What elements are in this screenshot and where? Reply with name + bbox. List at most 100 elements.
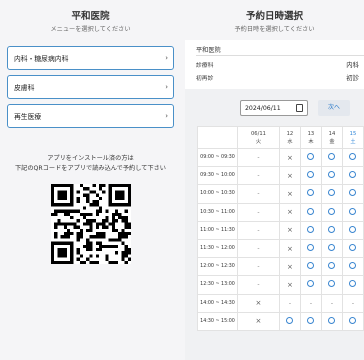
table-row: 09:30 ~ 10:00 - ×	[197, 166, 364, 186]
unavailable-cross-icon: ×	[255, 299, 262, 308]
timeslot-cell: ×	[278, 238, 301, 259]
schedule-header: 予約日時選択 予約日時を選択してください	[185, 0, 364, 40]
timeslot-cell[interactable]	[320, 311, 343, 331]
menu-item-internal-medicine[interactable]: 内科・糖尿病内科 ›	[7, 46, 174, 70]
visit-type-row: 初再診 初診	[196, 73, 359, 82]
visit-type-value: 初診	[346, 74, 359, 82]
timeslot-cell[interactable]	[299, 202, 322, 222]
timeslot-cell: -	[237, 184, 280, 204]
timeslot-cell: ×	[278, 275, 301, 295]
timeslot-cell[interactable]	[341, 257, 364, 277]
menu-item-regenerative-medicine[interactable]: 再生医療 ›	[7, 104, 174, 128]
timeslot-cell[interactable]	[320, 238, 343, 259]
day-header: 15 土	[341, 126, 364, 149]
closed-dash-icon: -	[257, 190, 260, 198]
timeslot-cell[interactable]	[341, 220, 364, 240]
menu-item-label: 内科・糖尿病内科	[14, 55, 69, 63]
timeslot-cell[interactable]	[299, 257, 322, 277]
install-instructions: アプリをインストール済の方は 下記のQRコードをアプリで読み込んで予約して下さい	[0, 140, 181, 173]
day-header-row: 06/11 火 12 水 13 木 14 金 15 土	[197, 126, 364, 149]
timeslot-cell: -	[278, 293, 301, 313]
available-circle-icon	[328, 171, 336, 179]
timeslot-cell[interactable]	[299, 166, 322, 186]
timeslot-cell[interactable]	[320, 184, 343, 204]
install-text-line2: 下記のQRコードをアプリで読み込んで予約して下さい	[15, 164, 166, 172]
calendar-icon[interactable]	[296, 104, 303, 112]
timeslot-cell: ×	[278, 202, 301, 222]
menu-item-label: 再生医療	[14, 113, 42, 121]
visit-type-label: 初再診	[196, 76, 214, 82]
available-circle-icon	[328, 189, 336, 197]
qr-code	[51, 184, 131, 264]
timeslot-cell[interactable]	[341, 147, 364, 168]
timeslot-cell[interactable]	[341, 275, 364, 295]
available-circle-icon	[328, 316, 336, 324]
divider	[196, 55, 364, 56]
table-row: 10:00 ~ 10:30 - ×	[197, 184, 364, 204]
timeslot-cell[interactable]	[299, 220, 322, 240]
timeslot-cell[interactable]	[320, 202, 343, 222]
timeslot-cell[interactable]	[299, 184, 322, 204]
closed-dash-icon: -	[309, 299, 313, 307]
timeslot-cell[interactable]	[341, 202, 364, 222]
timeslot-label: 09:00 ~ 09:30	[197, 147, 238, 168]
timeslot-cell[interactable]	[320, 257, 343, 277]
app-install-section: アプリをインストール済の方は 下記のQRコードをアプリで読み込んで予約して下さい	[0, 140, 181, 360]
timeslot-cell[interactable]	[299, 275, 322, 295]
install-text-line1: アプリをインストール済の方は	[47, 155, 134, 162]
available-circle-icon	[349, 244, 357, 252]
menu-header: 平和医院 メニューを選択してください	[0, 0, 181, 40]
available-circle-icon	[307, 153, 315, 161]
timeslot-cell[interactable]	[341, 238, 364, 259]
timeslot-cell[interactable]	[341, 166, 364, 186]
timeslot-cell: ×	[237, 311, 280, 331]
chevron-right-icon: ›	[165, 83, 168, 91]
available-circle-icon	[349, 280, 357, 288]
clinic-name: 平和医院	[196, 47, 221, 54]
timeslot-cell[interactable]	[278, 311, 301, 331]
timeslot-cell[interactable]	[341, 311, 364, 331]
closed-dash-icon: -	[257, 172, 260, 180]
date-value: 2024/06/11	[245, 104, 281, 112]
timeslot-cell: -	[237, 238, 280, 259]
available-circle-icon	[328, 262, 336, 270]
closed-dash-icon: -	[257, 226, 260, 234]
day-date: 06/11	[250, 130, 266, 137]
available-circle-icon	[307, 207, 315, 215]
closed-dash-icon: -	[288, 299, 291, 307]
timeslot-cell[interactable]	[299, 238, 322, 259]
menu-item-dermatology[interactable]: 皮膚科 ›	[7, 75, 174, 99]
day-header: 14 金	[320, 126, 343, 149]
day-header: 06/11 火	[237, 126, 280, 149]
date-picker-input[interactable]: 2024/06/11	[240, 100, 308, 116]
timeslot-cell: ×	[278, 257, 301, 277]
closed-dash-icon: -	[257, 281, 260, 289]
page-title: 予約日時選択	[245, 11, 303, 22]
timeslot-cell[interactable]	[341, 184, 364, 204]
table-row: 11:30 ~ 12:00 - ×	[197, 238, 364, 259]
timeslot-cell: -	[320, 293, 343, 313]
timeslot-label: 10:00 ~ 10:30	[197, 184, 238, 204]
available-circle-icon	[349, 207, 357, 215]
day-date: 12	[286, 130, 294, 137]
available-circle-icon	[307, 225, 315, 233]
next-button[interactable]: 次へ	[318, 100, 350, 116]
timeslot-cell: ×	[278, 220, 301, 240]
clinic-title: 平和医院	[71, 11, 110, 22]
closed-dash-icon: -	[257, 245, 260, 253]
timeslot-label: 12:00 ~ 12:30	[197, 257, 238, 277]
timeslot-cell: -	[237, 220, 280, 240]
timeslot-cell: -	[237, 257, 280, 277]
available-circle-icon	[286, 316, 294, 324]
menu-panel: 平和医院 メニューを選択してください 内科・糖尿病内科 › 皮膚科 › 再生医療…	[0, 0, 181, 360]
timeslot-cell[interactable]	[320, 220, 343, 240]
timeslot-cell[interactable]	[320, 147, 343, 168]
day-of-week: 金	[329, 138, 335, 145]
timeslot-cell[interactable]	[320, 275, 343, 295]
menu-item-label: 皮膚科	[14, 84, 35, 92]
timeslot-cell[interactable]	[299, 147, 322, 168]
timeslot-cell[interactable]	[299, 311, 322, 331]
timeslot-cell[interactable]	[320, 166, 343, 186]
chevron-right-icon: ›	[165, 54, 168, 62]
closed-dash-icon: -	[330, 299, 334, 307]
